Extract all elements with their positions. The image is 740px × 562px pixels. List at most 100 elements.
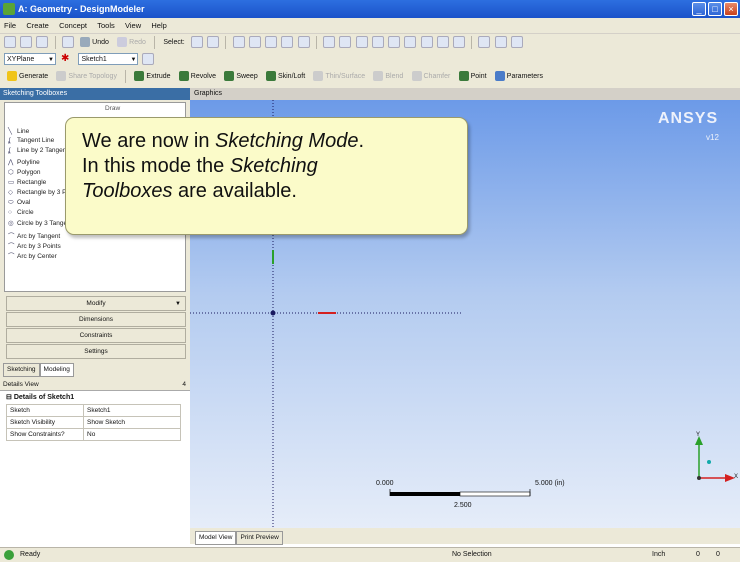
draw-item-arc-by-center[interactable]: ⌒ Arc by Center (8, 250, 57, 260)
details-value[interactable]: No (83, 428, 181, 441)
new-plane-icon[interactable]: ✱ (59, 53, 71, 65)
tab-modeling[interactable]: Modeling (39, 363, 74, 377)
status-units: Inch (652, 551, 666, 558)
revolve-label: Revolve (190, 73, 217, 80)
minimize-button[interactable]: _ (692, 2, 706, 16)
zoom-out-icon[interactable] (436, 36, 449, 48)
magnifier-icon[interactable] (420, 36, 433, 48)
dimensions-group[interactable]: Dimensions (6, 312, 186, 327)
modify-label: Modify (86, 300, 106, 307)
callout-text: We are now in (82, 130, 216, 152)
graphics-tabs: Model View Print Preview (190, 528, 740, 545)
scale-bar-light (459, 491, 531, 497)
table-row: Show Constraints? No (6, 428, 181, 441)
extend-selection-icon[interactable] (297, 36, 310, 48)
select-filter-icon[interactable] (207, 36, 220, 48)
draw-item-label: Rectangle (17, 179, 47, 186)
skin-loft-icon (265, 71, 276, 82)
thin-surface-button[interactable]: Thin/Surface (310, 68, 368, 85)
menu-create[interactable]: Create (22, 18, 53, 33)
maximize-button[interactable]: □ (708, 2, 722, 16)
modify-group[interactable]: Modify ▼ (6, 296, 186, 311)
extrude-button[interactable]: Extrude (131, 68, 173, 85)
draw-item-rectangle[interactable]: ▭ Rectangle (8, 178, 46, 186)
display-icon[interactable] (494, 36, 507, 48)
draw-item-circle[interactable]: ○ Circle (8, 209, 34, 216)
graphics-header: Graphics (190, 88, 740, 100)
menu-help[interactable]: Help (147, 18, 170, 33)
menu-file[interactable]: File (0, 18, 20, 33)
close-button[interactable]: × (724, 2, 738, 16)
features-toolbar: Generate Share Topology Extrude Revolve … (0, 68, 740, 89)
zoom-box-icon[interactable] (388, 36, 401, 48)
origin-point[interactable] (270, 310, 276, 316)
menu-tools[interactable]: Tools (93, 18, 119, 33)
select-faces-icon[interactable] (265, 36, 278, 48)
menu-bar: File Create Concept Tools View Help (0, 18, 740, 34)
share-topology-button[interactable]: Share Topology (53, 68, 120, 85)
draw-item-label: Tangent Line (17, 137, 55, 144)
select-edges-icon[interactable] (248, 36, 261, 48)
circle-3-tangents-icon: ◎ (8, 220, 14, 227)
sketch-select-value: Sketch1 (81, 56, 107, 63)
chamfer-icon (411, 71, 422, 82)
plane-select[interactable]: XYPlane ▼ (4, 53, 56, 65)
view-options-icon[interactable] (452, 36, 465, 48)
constraints-group[interactable]: Constraints (6, 328, 186, 343)
rotate-icon[interactable] (323, 36, 336, 48)
draw-item-line[interactable]: ╲ Line (8, 127, 29, 135)
undo-button[interactable]: Undo (77, 34, 112, 51)
new-sketch-icon[interactable] (141, 53, 154, 65)
details-value[interactable]: Show Sketch (83, 416, 181, 429)
draw-item-tangent-line[interactable]: ʆ Tangent Line (8, 137, 54, 144)
revolve-button[interactable]: Revolve (176, 68, 219, 85)
settings-group[interactable]: Settings (6, 344, 186, 359)
draw-item-polygon[interactable]: ⬡ Polygon (8, 168, 41, 176)
zoom-icon[interactable] (355, 36, 368, 48)
pin-icon[interactable]: 4 (182, 379, 186, 391)
draw-item-polyline[interactable]: ⋀ Polyline (8, 158, 40, 166)
sweep-button[interactable]: Sweep (221, 68, 260, 85)
details-value[interactable]: Sketch1 (83, 404, 181, 417)
tab-print-preview[interactable]: Print Preview (236, 531, 283, 545)
zoom-fit-icon[interactable] (404, 36, 417, 48)
status-value: 0 (716, 551, 720, 558)
select-points-icon[interactable] (232, 36, 245, 48)
zoom-in-icon[interactable] (371, 36, 384, 48)
blend-button[interactable]: Blend (370, 68, 406, 85)
callout-emphasis: Sketching (229, 155, 318, 177)
tab-model-view[interactable]: Model View (195, 531, 237, 545)
axis-triad-icon[interactable] (478, 36, 491, 48)
circle-icon: ○ (8, 209, 12, 216)
select-bodies-icon[interactable] (281, 36, 294, 48)
tab-sketching[interactable]: Sketching (3, 363, 40, 377)
parameters-button[interactable]: Parameters (492, 68, 546, 85)
generate-button[interactable]: Generate (4, 68, 51, 85)
parameters-icon (494, 71, 505, 82)
point-button[interactable]: Point (456, 68, 490, 85)
redo-button[interactable]: Redo (114, 34, 149, 51)
window-title: A: Geometry - DesignModeler (18, 4, 145, 14)
draw-item-oval[interactable]: ⬭ Oval (8, 199, 30, 207)
screenshot-icon[interactable] (61, 36, 74, 48)
pan-icon[interactable] (339, 36, 352, 48)
look-at-icon[interactable] (510, 36, 523, 48)
save-icon[interactable] (20, 36, 33, 48)
export-icon[interactable] (36, 36, 49, 48)
select-mode-icon[interactable] (190, 36, 203, 48)
sketching-toolboxes-header: Sketching Toolboxes (0, 88, 190, 100)
new-icon[interactable] (4, 36, 16, 48)
draw-item-arc-by-3-points[interactable]: ⌒ Arc by 3 Points (8, 240, 61, 250)
menu-view[interactable]: View (121, 18, 145, 33)
draw-group-label[interactable]: Draw (105, 105, 120, 112)
draw-item-line-by-2-tangents[interactable]: ʆ Line by 2 Tangents (8, 147, 71, 154)
oval-icon: ⬭ (8, 199, 14, 206)
point-label: Point (470, 73, 487, 80)
chamfer-button[interactable]: Chamfer (409, 68, 454, 85)
skin-loft-button[interactable]: Skin/Loft (263, 68, 308, 85)
collapse-icon[interactable]: ⊟ (6, 394, 14, 401)
menu-concept[interactable]: Concept (55, 18, 91, 33)
sketch-select[interactable]: Sketch1 ▼ (78, 53, 139, 65)
draw-item-arc-by-tangent[interactable]: ⌒ Arc by Tangent (8, 230, 60, 240)
parameters-label: Parameters (506, 73, 543, 80)
